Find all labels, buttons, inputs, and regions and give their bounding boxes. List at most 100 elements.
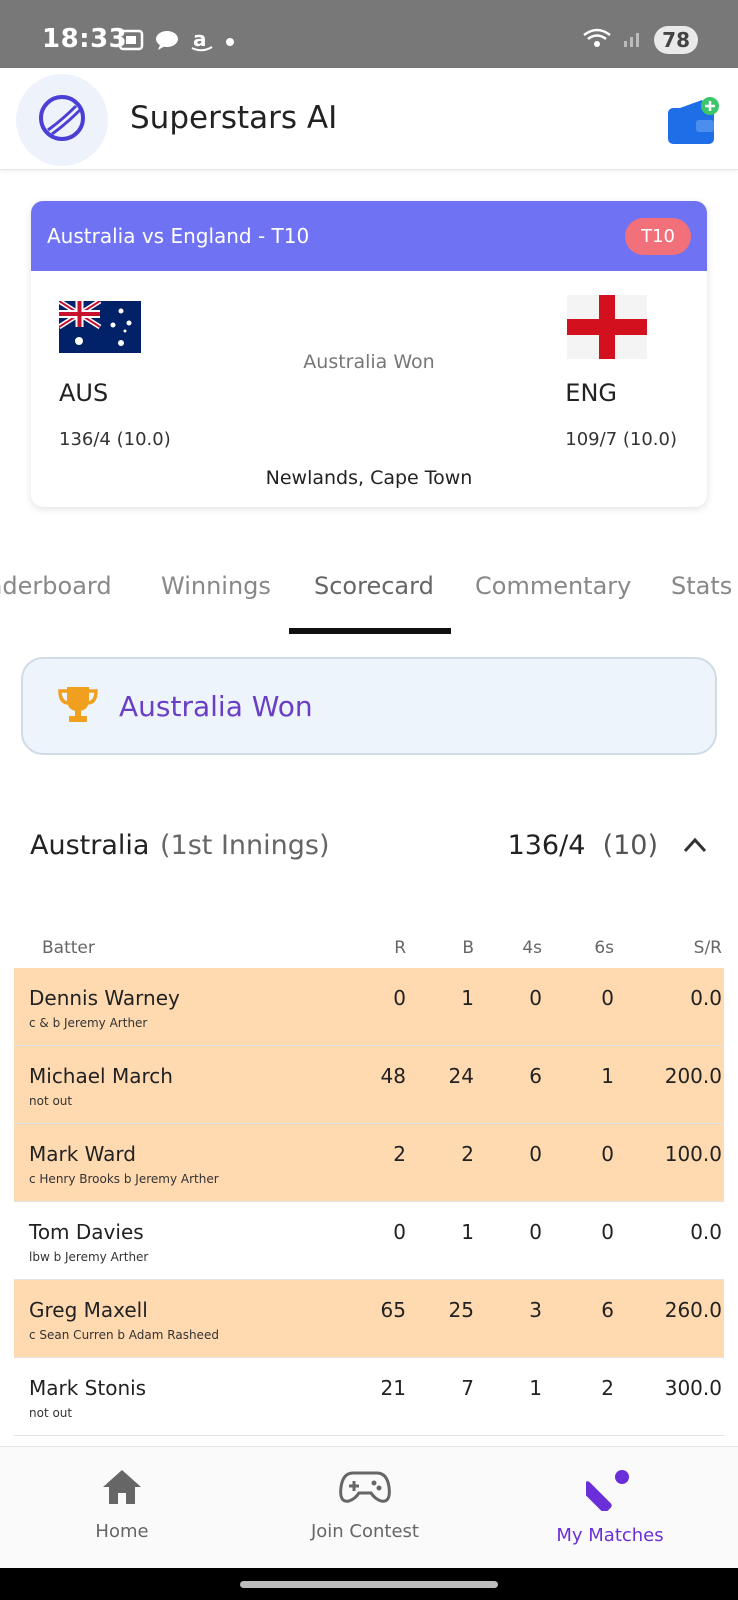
header-strike-rate: S/R <box>693 938 722 958</box>
wifi-icon <box>582 27 612 53</box>
batter-runs: 2 <box>393 1142 406 1166</box>
batter-name: Greg Maxell <box>29 1298 148 1322</box>
amazon-icon: a <box>190 27 214 56</box>
batter-balls: 7 <box>461 1376 474 1400</box>
dot-icon <box>224 33 236 52</box>
batter-runs: 0 <box>393 1220 406 1244</box>
batter-dismissal: c Sean Curren b Adam Rasheed <box>29 1328 219 1342</box>
format-badge: T10 <box>625 217 691 255</box>
batting-table: Batter R B 4s 6s S/R Dennis Warney c & b… <box>14 930 724 1436</box>
tab-leaderboard[interactable]: Leaderboard <box>0 572 112 600</box>
batter-dismissal: c Henry Brooks b Jeremy Arther <box>29 1172 219 1186</box>
batter-strike-rate: 100.0 <box>664 1142 722 1166</box>
batter-strike-rate: 0.0 <box>690 1220 722 1244</box>
chevron-up-icon[interactable] <box>682 836 708 858</box>
team-away: ENG 109/7 (10.0) <box>565 293 677 450</box>
batter-name: Michael March <box>29 1064 173 1088</box>
app-header: Superstars AI <box>0 68 738 170</box>
result-banner: Australia Won <box>21 657 717 755</box>
table-header: Batter R B 4s 6s S/R <box>14 930 724 968</box>
batter-sixes: 1 <box>601 1064 614 1088</box>
batter-name: Dennis Warney <box>29 986 180 1010</box>
bottom-navigation: Home Join Contest My Matches <box>0 1446 738 1568</box>
tab-scorecard[interactable]: Scorecard <box>314 572 434 600</box>
batter-name: Mark Ward <box>29 1142 136 1166</box>
innings-header[interactable]: Australia (1st Innings) 136/4 (10) <box>0 820 738 876</box>
tab-bar: Leaderboard Winnings Scorecard Commentar… <box>0 560 738 640</box>
nav-my-matches-label: My Matches <box>556 1525 664 1546</box>
status-bar: 18:33 a 78 <box>0 0 738 68</box>
batter-fours: 0 <box>529 1142 542 1166</box>
batter-fours: 1 <box>529 1376 542 1400</box>
batter-strike-rate: 0.0 <box>690 986 722 1010</box>
notification-icons: a <box>118 27 236 56</box>
batter-balls: 1 <box>461 986 474 1010</box>
header-sixes: 6s <box>594 938 614 958</box>
gamepad-icon <box>339 1471 391 1511</box>
gesture-bar <box>0 1568 738 1600</box>
batter-dismissal: c & b Jeremy Arther <box>29 1016 148 1030</box>
table-row[interactable]: Greg Maxell c Sean Curren b Adam Rasheed… <box>14 1280 724 1358</box>
header-balls: B <box>462 938 474 958</box>
batter-sixes: 0 <box>601 986 614 1010</box>
batter-strike-rate: 200.0 <box>664 1064 722 1088</box>
system-status: 78 <box>582 26 698 54</box>
svg-text:a: a <box>193 28 207 51</box>
tab-winnings[interactable]: Winnings <box>161 572 271 600</box>
match-card[interactable]: Australia vs England - T10 T10 AUS 136/4… <box>31 201 707 507</box>
nav-join-contest-label: Join Contest <box>310 1521 419 1542</box>
team-away-score: 109/7 (10.0) <box>565 429 677 450</box>
batter-strike-rate: 300.0 <box>664 1376 722 1400</box>
batter-balls: 25 <box>448 1298 474 1322</box>
batter-sixes: 0 <box>601 1142 614 1166</box>
innings-score: 136/4 (10) <box>508 830 658 861</box>
nav-home[interactable]: Home <box>42 1467 202 1542</box>
header-fours: 4s <box>522 938 542 958</box>
app-title: Superstars AI <box>130 100 338 136</box>
signal-icon <box>622 27 644 53</box>
wallet-button[interactable] <box>666 96 719 144</box>
team-home: AUS 136/4 (10.0) <box>57 298 171 450</box>
cricket-bat-icon <box>580 1470 634 1515</box>
batter-name: Tom Davies <box>29 1220 144 1244</box>
batter-runs: 65 <box>380 1298 406 1322</box>
batter-sixes: 6 <box>601 1298 614 1322</box>
innings-team: Australia <box>30 830 150 861</box>
batter-runs: 21 <box>380 1376 406 1400</box>
team-home-code: AUS <box>59 379 109 407</box>
match-venue: Newlands, Cape Town <box>265 467 473 489</box>
batter-balls: 2 <box>461 1142 474 1166</box>
batter-runs: 48 <box>380 1064 406 1088</box>
home-indicator[interactable] <box>240 1581 498 1588</box>
batter-sixes: 2 <box>601 1376 614 1400</box>
home-icon <box>100 1470 144 1511</box>
header-runs: R <box>394 938 406 958</box>
chat-icon <box>154 29 180 55</box>
batter-fours: 0 <box>529 986 542 1010</box>
app-logo[interactable] <box>16 74 108 166</box>
trophy-icon <box>57 683 99 729</box>
match-title: Australia vs England - T10 <box>47 224 310 248</box>
nav-my-matches[interactable]: My Matches <box>530 1467 690 1546</box>
batter-name: Mark Stonis <box>29 1376 147 1400</box>
batter-balls: 1 <box>461 1220 474 1244</box>
table-row[interactable]: Tom Davies lbw b Jeremy Arther 0 1 0 0 0… <box>14 1202 724 1280</box>
tab-commentary[interactable]: Commentary <box>475 572 631 600</box>
tab-stats[interactable]: Stats <box>671 572 732 600</box>
battery-level: 78 <box>654 26 698 54</box>
batter-sixes: 0 <box>601 1220 614 1244</box>
result-text: Australia Won <box>119 689 313 723</box>
batter-balls: 24 <box>448 1064 474 1088</box>
wallet-add-icon <box>666 97 722 152</box>
batter-dismissal: lbw b Jeremy Arther <box>29 1250 149 1264</box>
table-row[interactable]: Michael March not out 48 24 6 1 200.0 <box>14 1046 724 1124</box>
batter-fours: 6 <box>529 1064 542 1088</box>
innings-runs: 136/4 <box>507 830 586 861</box>
table-row[interactable]: Dennis Warney c & b Jeremy Arther 0 1 0 … <box>14 968 724 1046</box>
batter-strike-rate: 260.0 <box>664 1298 722 1322</box>
table-row[interactable]: Mark Ward c Henry Brooks b Jeremy Arther… <box>14 1124 724 1202</box>
table-row[interactable]: Mark Stonis not out 21 7 1 2 300.0 <box>14 1358 724 1436</box>
batter-dismissal: not out <box>29 1094 73 1108</box>
nav-join-contest[interactable]: Join Contest <box>285 1467 445 1542</box>
team-home-score: 136/4 (10.0) <box>59 429 171 450</box>
